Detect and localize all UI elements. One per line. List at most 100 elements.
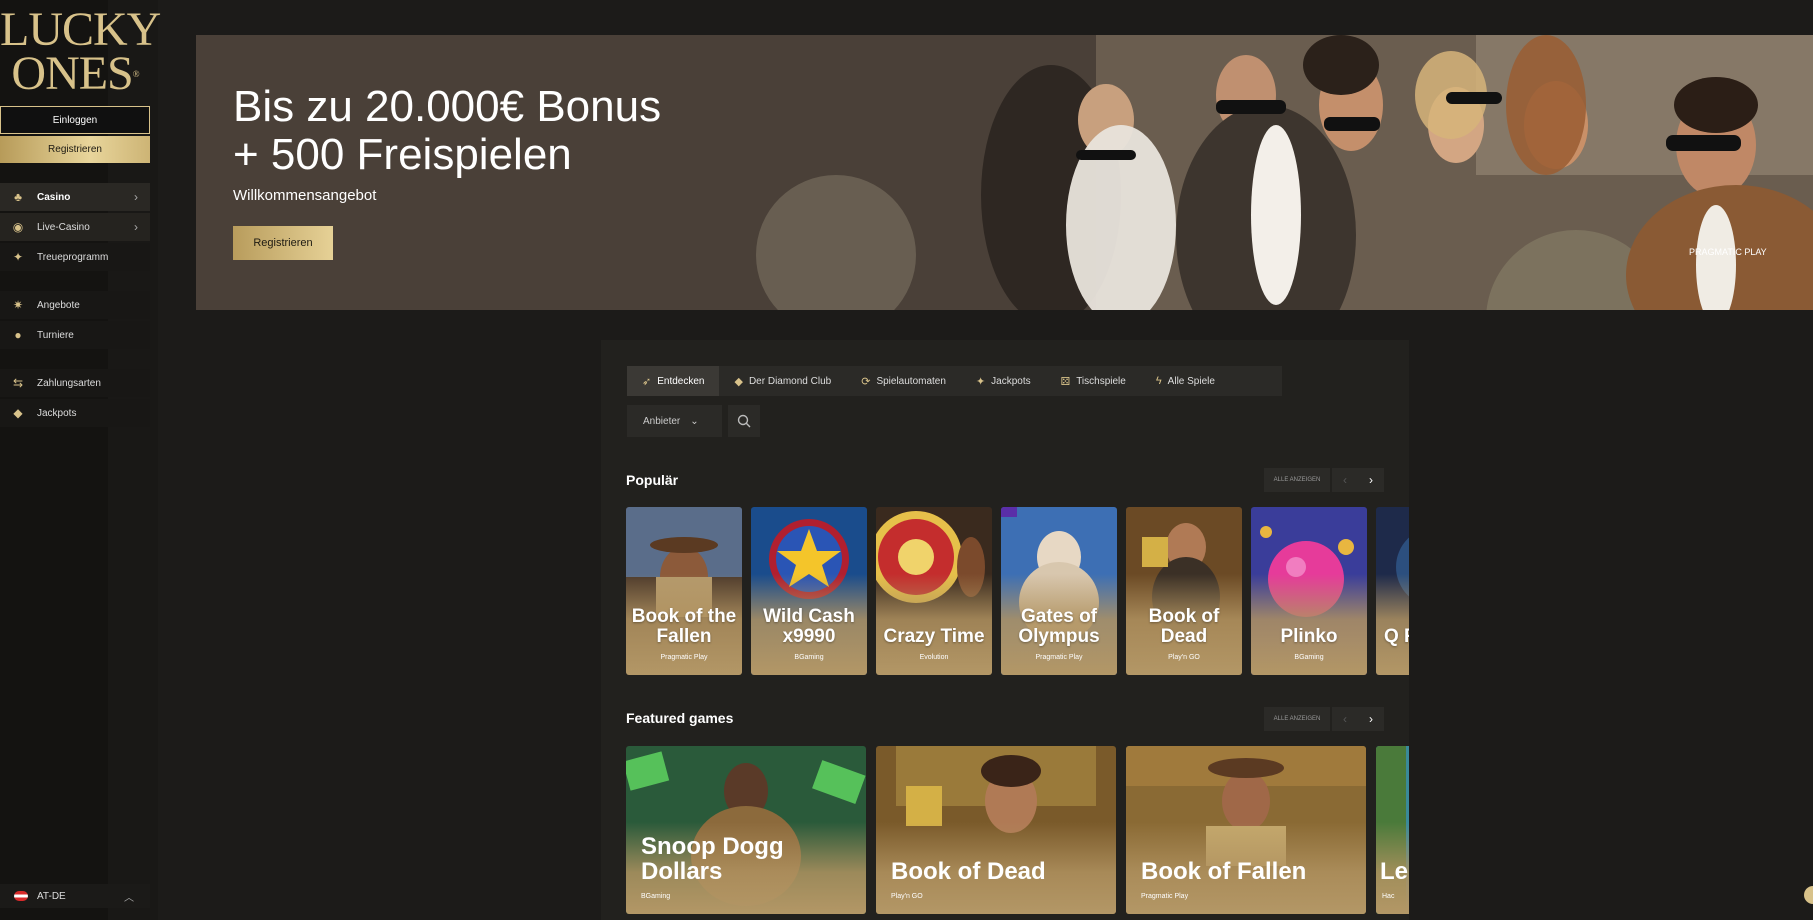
game-provider: Evolution (919, 654, 949, 661)
provider-dropdown[interactable]: Anbieter ⌄ (627, 405, 722, 437)
game-provider: Play'n GO (891, 893, 923, 900)
game-title: Le (1380, 858, 1409, 885)
game-card[interactable]: Book of Dead Play'n GO (1126, 507, 1242, 675)
tab-label: Der Diamond Club (748, 375, 832, 387)
hero-subtitle: Willkommensangebot (233, 187, 377, 204)
provider-logo: PRAGMATIC PLAY (1689, 247, 1767, 257)
featured-game-card[interactable]: Book of Dead Play'n GO (876, 746, 1116, 914)
chevron-down-icon: ⌄ (690, 415, 699, 427)
hero-register-button[interactable]: Registrieren (233, 226, 333, 260)
chevron-right-icon: › (134, 220, 138, 234)
prev-arrow-button[interactable]: ‹ (1332, 468, 1358, 492)
game-title: Book of Fallen (1141, 858, 1307, 885)
game-provider: BGaming (1294, 654, 1324, 661)
tab-diamond-club[interactable]: ◆ Der Diamond Club (719, 366, 846, 396)
game-provider: BGaming (794, 654, 824, 661)
logo-line-1: LUCKY (0, 3, 161, 56)
tab-label: Alle Spiele (1167, 375, 1215, 387)
sidebar-item-label: Angebote (37, 299, 80, 311)
trophy-icon: ● (14, 328, 22, 342)
games-panel: ➶ Entdecken ◆ Der Diamond Club ⟳ Spielau… (601, 340, 1409, 920)
game-title: Book of the Fallen (631, 606, 737, 647)
tab-slots[interactable]: ⟳ Spielautomaten (846, 366, 961, 396)
card-overlay (1376, 574, 1409, 675)
tab-label: Spielautomaten (876, 375, 946, 387)
hero-title: Bis zu 20.000€ Bonus + 500 Freispielen (233, 83, 661, 179)
see-all-featured-button[interactable]: ALLE ANZEIGEN (1264, 707, 1330, 731)
chevron-up-icon: ︿ (124, 892, 134, 904)
lightning-icon: ϟ (1155, 375, 1162, 387)
tab-label: Entdecken (657, 375, 705, 387)
game-provider: BGaming (641, 893, 671, 900)
featured-game-card[interactable]: Le Hac (1376, 746, 1409, 914)
live-casino-icon: ◉ (12, 220, 24, 234)
next-arrow-button[interactable]: › (1358, 707, 1384, 731)
game-title: Crazy Time (883, 626, 985, 647)
prev-arrow-button[interactable]: ‹ (1332, 707, 1358, 731)
sidebar-item-offers[interactable]: ✷ Angebote (0, 291, 150, 319)
sidebar-item-payments[interactable]: ⇆ Zahlungsarten (0, 369, 150, 397)
game-title: Book of Dead (891, 858, 1046, 885)
game-title: Snoop Dogg Dollars (641, 833, 784, 885)
login-button[interactable]: Einloggen (0, 106, 150, 134)
game-card[interactable]: Crazy Time Evolution (876, 507, 992, 675)
casino-icon: ♣ (14, 190, 22, 204)
game-card[interactable]: Plinko BGaming (1251, 507, 1367, 675)
rocket-icon: ➶ (642, 375, 652, 388)
sidebar-item-jackpots[interactable]: ◆ Jackpots (0, 399, 150, 427)
game-card[interactable]: Book of the Fallen Pragmatic Play (626, 507, 742, 675)
category-tabs: ➶ Entdecken ◆ Der Diamond Club ⟳ Spielau… (627, 366, 1282, 396)
section-title-featured: Featured games (626, 710, 734, 726)
dice-icon: ⚄ (1060, 375, 1071, 388)
party-icon: ✷ (12, 298, 24, 312)
hero-banner[interactable]: Bis zu 20.000€ Bonus + 500 Freispielen W… (196, 35, 1813, 310)
game-card[interactable]: Q R (1376, 507, 1409, 675)
logo-line-2: ONES® (11, 47, 139, 100)
next-arrow-button[interactable]: › (1358, 468, 1384, 492)
sidebar-item-casino[interactable]: ♣ Casino › (0, 183, 150, 211)
locale-label: AT-DE (37, 890, 66, 902)
logo[interactable]: LUCKY ONES® (0, 3, 161, 100)
transfer-icon: ⇆ (12, 376, 24, 390)
featured-game-card[interactable]: Snoop Dogg Dollars BGaming (626, 746, 866, 914)
see-all-popular-button[interactable]: ALLE ANZEIGEN (1264, 468, 1330, 492)
sparkle-icon: ✦ (12, 250, 24, 264)
game-provider: Play'n GO (1168, 654, 1200, 661)
tab-jackpots[interactable]: ✦ Jackpots (961, 366, 1046, 396)
search-button[interactable] (728, 405, 760, 437)
sidebar-item-label: Jackpots (37, 407, 77, 419)
game-title: Book of Dead (1148, 606, 1220, 647)
sidebar: LUCKY ONES® Einloggen Registrieren ♣ Cas… (0, 0, 161, 920)
austria-flag-icon (14, 891, 28, 901)
section-title-popular: Populär (626, 472, 679, 488)
hero-title-line-2: + 500 Freispielen (233, 130, 572, 179)
game-card[interactable]: Gates of Olympus Pragmatic Play (1001, 507, 1117, 675)
tab-label: Jackpots (991, 375, 1031, 387)
game-title: Gates of Olympus (1018, 606, 1100, 647)
sidebar-item-loyalty[interactable]: ✦ Treueprogramm (0, 243, 150, 271)
slot-icon: ⟳ (861, 375, 871, 388)
chevron-right-icon: › (134, 190, 138, 204)
sidebar-item-label: Treueprogramm (37, 251, 109, 263)
game-card[interactable]: Wild Cash x9990 BGaming (751, 507, 867, 675)
provider-dropdown-label: Anbieter (643, 415, 681, 427)
sidebar-item-tournaments[interactable]: ● Turniere (0, 321, 150, 349)
diamond-icon: ◆ (13, 406, 23, 420)
tab-table-games[interactable]: ⚄ Tischspiele (1046, 366, 1141, 396)
game-title: Wild Cash x9990 (763, 606, 855, 647)
sidebar-item-label: Casino (37, 191, 71, 203)
register-button[interactable]: Registrieren (0, 136, 150, 163)
diamond-icon: ◆ (734, 375, 743, 388)
sidebar-item-live-casino[interactable]: ◉ Live-Casino › (0, 213, 150, 241)
sidebar-item-label: Live-Casino (37, 221, 90, 233)
tab-discover[interactable]: ➶ Entdecken (627, 366, 720, 396)
locale-selector[interactable]: AT-DE ︿ (0, 884, 150, 908)
game-provider: Pragmatic Play (1141, 893, 1189, 900)
search-icon (737, 414, 751, 428)
featured-game-card[interactable]: Book of Fallen Pragmatic Play (1126, 746, 1366, 914)
sidebar-item-label: Turniere (37, 329, 74, 341)
game-provider: Hac (1382, 893, 1395, 900)
chat-launcher-button[interactable] (1804, 886, 1813, 904)
tab-all-games[interactable]: ϟ Alle Spiele (1141, 366, 1230, 396)
game-title: Plinko (1280, 626, 1338, 647)
